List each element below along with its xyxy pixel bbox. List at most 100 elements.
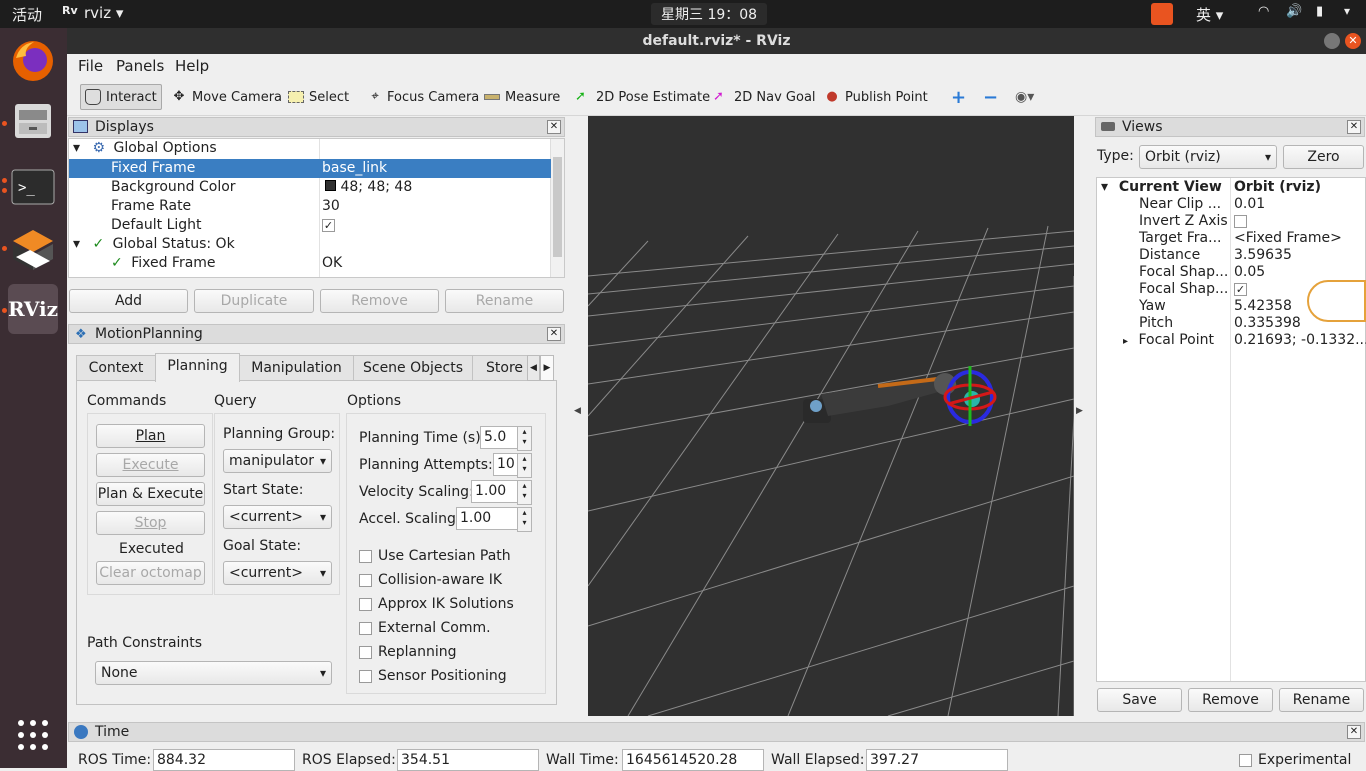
network-icon[interactable]: ◠ [1258, 4, 1269, 19]
global-options-row[interactable]: ▾ ⚙ Global Options [73, 139, 217, 158]
tab-manipulation[interactable]: Manipulation [239, 355, 354, 381]
expand-arrow-icon[interactable]: ▾ [73, 140, 80, 156]
replanning-checkbox[interactable] [359, 646, 372, 659]
displays-tree[interactable]: ▾ ⚙ Global Options Fixed Frame base_link… [68, 138, 565, 278]
focal-shape-size-value[interactable]: 0.05 [1234, 263, 1265, 282]
expand-arrow-icon[interactable]: ▸ [1123, 336, 1128, 347]
focal-point-value[interactable]: 0.21693; -0.1332... [1234, 331, 1366, 350]
sensor-positioning-checkbox[interactable] [359, 670, 372, 683]
close-icon[interactable]: ✕ [1345, 33, 1361, 49]
displays-close-button[interactable]: ✕ [547, 120, 561, 134]
publish-point-tool-button[interactable]: ● Publish Point [820, 84, 932, 110]
clear-octomap-button[interactable]: Clear octomap [96, 561, 205, 585]
move-camera-tool-button[interactable]: ✥ Move Camera [167, 84, 286, 110]
minimize-icon[interactable] [1324, 33, 1340, 49]
collapse-right-icon[interactable]: ▶ [1076, 406, 1083, 416]
menu-panels[interactable]: Panels [116, 57, 164, 75]
collision-aware-ik-checkbox[interactable] [359, 574, 372, 587]
volume-icon[interactable]: 🔊 [1286, 4, 1302, 19]
tab-scene-objects[interactable]: Scene Objects [353, 355, 473, 381]
focus-camera-tool-button[interactable]: ⌖ Focus Camera [362, 84, 483, 110]
show-applications-icon[interactable] [8, 710, 58, 760]
file-cabinet-icon[interactable] [8, 96, 58, 146]
app-box-icon[interactable] [8, 224, 58, 274]
focal-shape-fixed-checkbox[interactable]: ✓ [1234, 283, 1247, 296]
planning-time-spinbox[interactable]: 5.0 [480, 426, 532, 451]
goal-state-select[interactable]: <current> [223, 561, 332, 585]
ime-floating-toolbar-icon[interactable] [1307, 280, 1366, 322]
planning-attempts-spinbox[interactable]: 10 [493, 453, 532, 478]
add-tool-plus-icon[interactable]: + [947, 84, 970, 110]
near-clip-value[interactable]: 0.01 [1234, 195, 1265, 214]
focal-point-row[interactable]: ▸ Focal Point [1123, 331, 1214, 350]
system-menu-chevron-icon[interactable]: ▾ [1344, 4, 1350, 18]
tab-scroll-left-icon[interactable]: ◀ [527, 355, 540, 381]
view-type-select[interactable]: Orbit (rviz) [1139, 145, 1277, 169]
pose-estimate-tool-button[interactable]: ➚ 2D Pose Estimate [571, 84, 714, 110]
views-close-button[interactable]: ✕ [1347, 120, 1361, 134]
motion-planning-close-button[interactable]: ✕ [547, 327, 561, 341]
hand-pointer-icon [85, 89, 101, 105]
activities-button[interactable]: 活动 [12, 4, 42, 25]
default-light-label: Default Light [111, 217, 202, 233]
rename-display-button[interactable]: Rename [445, 289, 564, 313]
remove-tool-minus-icon[interactable]: − [979, 84, 1002, 110]
planning-group-select[interactable]: manipulator [223, 449, 332, 473]
time-close-button[interactable]: ✕ [1347, 725, 1361, 739]
rviz-dock-icon[interactable]: RViz [8, 284, 58, 334]
start-state-select[interactable]: <current> [223, 505, 332, 529]
3d-viewport[interactable] [588, 116, 1074, 716]
nav-goal-tool-button[interactable]: ➚ 2D Nav Goal [709, 84, 820, 110]
global-status-row[interactable]: ▾ ✓ Global Status: Ok [73, 235, 235, 254]
remove-view-button[interactable]: Remove [1188, 688, 1273, 712]
firefox-icon[interactable] [8, 36, 58, 86]
measure-tool-button[interactable]: Measure [480, 84, 564, 110]
expand-arrow-icon[interactable]: ▾ [1101, 179, 1108, 195]
app-menu-button[interactable]: rviz ▾ [84, 4, 123, 22]
displays-scrollbar[interactable] [550, 139, 564, 277]
ros-time-label: ROS Time: [78, 752, 152, 768]
plan-button[interactable]: Plan [96, 424, 205, 448]
tab-stored[interactable]: Store [472, 355, 528, 381]
zero-view-button[interactable]: Zero [1283, 145, 1364, 169]
save-view-button[interactable]: Save [1097, 688, 1182, 712]
stop-button[interactable]: Stop [96, 511, 205, 535]
expand-arrow-icon[interactable]: ▾ [73, 236, 80, 252]
notification-app-icon[interactable] [1151, 3, 1173, 25]
commands-heading: Commands [87, 393, 167, 409]
experimental-checkbox[interactable] [1239, 754, 1252, 767]
execute-button[interactable]: Execute [96, 453, 205, 477]
tab-context[interactable]: Context [76, 355, 156, 381]
collapse-left-icon[interactable]: ◀ [574, 406, 581, 416]
menu-file[interactable]: File [78, 57, 103, 75]
approx-ik-checkbox[interactable] [359, 598, 372, 611]
duplicate-display-button[interactable]: Duplicate [194, 289, 314, 313]
fixed-frame-value[interactable]: base_link [322, 159, 387, 178]
velocity-scaling-spinbox[interactable]: 1.00 [471, 480, 532, 505]
terminal-icon[interactable]: >_ [8, 162, 58, 212]
default-light-checkbox[interactable]: ✓ [322, 219, 335, 232]
views-tree[interactable]: ▾ Current View Orbit (rviz) Near Clip ..… [1096, 177, 1366, 682]
cartesian-path-checkbox[interactable] [359, 550, 372, 563]
background-color-value[interactable]: 48; 48; 48 [325, 178, 412, 197]
eye-icon[interactable]: ◉▾ [1011, 84, 1038, 110]
status-fixed-frame-row[interactable]: ✓ Fixed Frame [111, 254, 216, 273]
external-comm-checkbox[interactable] [359, 622, 372, 635]
clock[interactable]: 星期三 19：08 [651, 3, 768, 25]
remove-display-button[interactable]: Remove [320, 289, 439, 313]
input-method-indicator[interactable]: 英 ▾ [1196, 4, 1223, 25]
battery-icon[interactable]: ▮ [1316, 4, 1323, 19]
accel-scaling-spinbox[interactable]: 1.00 [456, 507, 532, 532]
rename-view-button[interactable]: Rename [1279, 688, 1364, 712]
frame-rate-value[interactable]: 30 [322, 197, 340, 216]
add-display-button[interactable]: Add [69, 289, 188, 313]
tab-scroll-right-icon[interactable]: ▶ [540, 355, 554, 381]
menu-help[interactable]: Help [175, 57, 209, 75]
window-title-bar[interactable]: default.rviz* - RViz ✕ [67, 28, 1366, 54]
select-tool-button[interactable]: Select [284, 84, 353, 110]
plan-execute-button[interactable]: Plan & Execute [96, 482, 205, 506]
tab-planning[interactable]: Planning [155, 353, 240, 382]
interact-tool-button[interactable]: Interact [80, 84, 162, 110]
invert-z-checkbox[interactable] [1234, 215, 1247, 228]
path-constraints-select[interactable]: None [95, 661, 332, 685]
